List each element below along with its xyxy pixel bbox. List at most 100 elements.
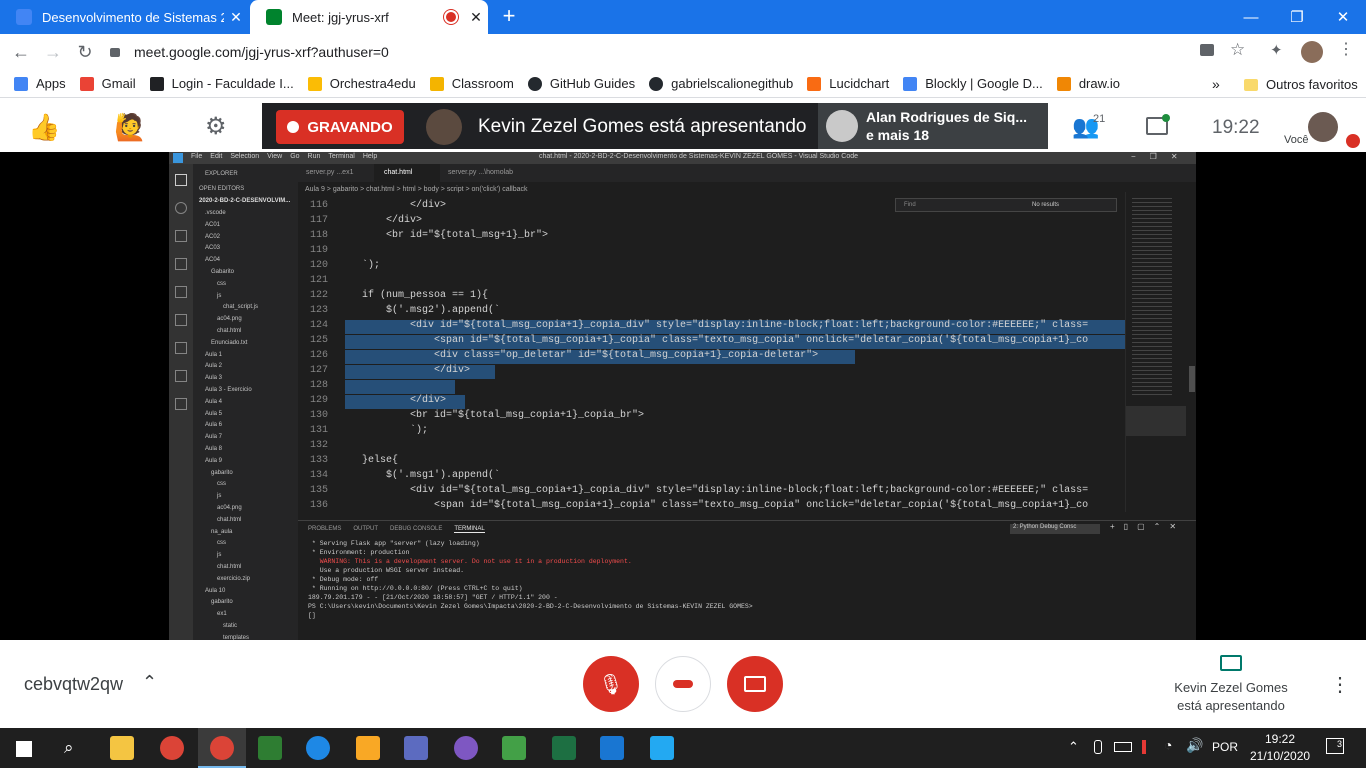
present-screen-icon[interactable] — [1220, 655, 1242, 671]
file-tree-item[interactable]: css — [217, 481, 226, 487]
open-editors-section[interactable]: OPEN EDITORS — [199, 186, 244, 192]
volume-icon[interactable]: 🔊 — [1186, 737, 1203, 754]
testing-icon[interactable] — [175, 342, 187, 354]
file-tree-item[interactable]: AC01 — [205, 222, 220, 228]
more-options-icon[interactable]: ⋮ — [1330, 672, 1350, 697]
extensions-icon[interactable]: ✦ — [1270, 41, 1283, 59]
back-arrow-icon[interactable]: ← — [10, 42, 32, 64]
docker-icon[interactable] — [175, 370, 187, 382]
explorer-icon[interactable] — [175, 174, 187, 186]
file-tree-item[interactable]: AC03 — [205, 245, 220, 251]
workspace-root[interactable]: 2020-2-BD-2-C-DESENVOLVIM... — [199, 198, 290, 204]
bookmark-lucidchart[interactable]: Lucidchart — [807, 76, 889, 91]
bookmark-gabriel-github[interactable]: gabrielscalionegithub — [649, 76, 793, 91]
chrome-menu-icon[interactable]: ⋮ — [1338, 39, 1354, 59]
tab-close-icon[interactable]: ✕ — [464, 9, 488, 26]
menu-view[interactable]: View — [267, 153, 282, 160]
source-control-icon[interactable] — [175, 230, 187, 242]
menu-terminal[interactable]: Terminal — [328, 153, 354, 160]
meeting-code[interactable]: cebvqtw2qw — [24, 674, 123, 695]
minimize-button[interactable]: — — [1228, 0, 1274, 34]
file-tree-item[interactable]: chat.html — [217, 328, 241, 334]
file-tree-item[interactable]: Gabarito — [211, 269, 234, 275]
panel-actions[interactable]: +▯▢⌃✕ — [1110, 522, 1185, 531]
search-icon[interactable] — [175, 202, 187, 214]
tab-meet[interactable]: Meet: jgj-yrus-xrf ✕ — [250, 0, 488, 34]
more-bookmarks-button[interactable]: » — [1212, 76, 1220, 92]
code-editor[interactable]: 116 </div> 117 </div> 118 <br id="${total_… — [298, 200, 1124, 516]
panel-tab-problems[interactable]: PROBLEMS — [308, 526, 341, 533]
database-icon[interactable] — [175, 398, 187, 410]
minimap[interactable] — [1125, 192, 1186, 512]
file-tree-item[interactable]: ex1 — [217, 611, 227, 617]
file-tree-item[interactable]: css — [217, 540, 226, 546]
tab-server-py-homolab[interactable]: server.py ...\homolab — [448, 169, 513, 176]
search-icon[interactable]: ⌕ — [64, 738, 74, 758]
tab-close-icon[interactable]: ✕ — [224, 9, 248, 26]
file-tree-item[interactable]: chat.html — [217, 517, 241, 523]
remote-icon[interactable] — [175, 286, 187, 298]
menu-run[interactable]: Run — [308, 153, 321, 160]
file-explorer-icon[interactable] — [110, 736, 134, 760]
forward-arrow-icon[interactable]: → — [42, 42, 64, 64]
bookmark-orchestra[interactable]: Orchestra4edu — [307, 76, 416, 91]
file-tree-item[interactable]: Aula 4 — [205, 399, 222, 405]
tab-server-py[interactable]: server.py ...ex1 — [306, 169, 353, 176]
address-bar[interactable]: meet.google.com/jgj-yrus-xrf?authuser=0 — [110, 38, 1260, 66]
camera-icon[interactable] — [1200, 44, 1214, 56]
run-debug-icon[interactable] — [175, 258, 187, 270]
app-icon[interactable] — [356, 736, 380, 760]
raise-hand-icon[interactable]: 🙋 — [114, 112, 146, 143]
windows-start-icon[interactable] — [16, 741, 32, 757]
app-icon[interactable] — [502, 736, 526, 760]
other-favorites[interactable]: Outros favoritos — [1244, 77, 1358, 92]
app-icon[interactable] — [404, 736, 428, 760]
file-tree-item[interactable]: Aula 2 — [205, 363, 222, 369]
menu-selection[interactable]: Selection — [230, 153, 259, 160]
file-tree-item[interactable]: Aula 1 — [205, 352, 222, 358]
camera-toggle-button[interactable] — [727, 656, 783, 712]
extensions-icon[interactable] — [175, 314, 187, 326]
file-tree-item[interactable]: Aula 3 - Exercicio — [205, 387, 252, 393]
menu-go[interactable]: Go — [290, 153, 299, 160]
file-tree-item[interactable]: gabarito — [211, 470, 233, 476]
reload-icon[interactable]: ↻ — [74, 42, 96, 64]
panel-tab-terminal[interactable]: TERMINAL — [454, 526, 485, 533]
tab-desenvolvimento[interactable]: Desenvolvimento de Sistemas 20 ✕ — [0, 0, 248, 34]
chevron-up-icon[interactable]: ⌃ — [142, 672, 157, 693]
file-tree-item[interactable]: Aula 8 — [205, 446, 222, 452]
file-tree-item[interactable]: exercicio.zip — [217, 576, 250, 582]
taskbar-time[interactable]: 19:22 — [1252, 732, 1308, 746]
microphone-icon[interactable] — [1094, 740, 1102, 754]
file-tree-item[interactable]: Aula 7 — [205, 434, 222, 440]
panel-tab-output[interactable]: OUTPUT — [353, 526, 378, 533]
file-tree-item[interactable]: .vscode — [205, 210, 226, 216]
menu-help[interactable]: Help — [363, 153, 377, 160]
language-indicator[interactable]: POR — [1212, 740, 1238, 754]
taskbar-date[interactable]: 21/10/2020 — [1250, 749, 1310, 763]
app-icon[interactable] — [454, 736, 478, 760]
file-tree-item[interactable]: Enunciado.txt — [211, 340, 247, 346]
tab-chat-html-active[interactable]: chat.html — [374, 164, 440, 182]
file-tree-item[interactable]: ac04.png — [217, 316, 242, 322]
bookmark-star-icon[interactable]: ☆ — [1230, 40, 1245, 60]
terminal-select[interactable]: 2: Python Debug Consc — [1010, 524, 1100, 534]
maximize-button[interactable]: ❐ — [1274, 0, 1320, 34]
menu-edit[interactable]: Edit — [210, 153, 222, 160]
editor-scrollbar[interactable] — [1189, 366, 1195, 392]
excel-icon[interactable] — [552, 736, 576, 760]
close-window-button[interactable]: ✕ — [1320, 0, 1366, 34]
bookmark-drawio[interactable]: draw.io — [1056, 76, 1120, 91]
file-tree-item[interactable]: ac04.png — [217, 505, 242, 511]
chrome-icon[interactable] — [160, 736, 184, 760]
file-tree-item[interactable]: Aula 3 — [205, 375, 222, 381]
file-tree-item[interactable]: AC02 — [205, 234, 220, 240]
wifi-icon[interactable]: ◔ — [1164, 737, 1172, 753]
app-icon[interactable] — [258, 736, 282, 760]
breadcrumb[interactable]: Aula 9 > gabarito > chat.html > html > b… — [305, 186, 528, 193]
gear-icon[interactable]: ⚙ — [205, 112, 227, 141]
bookmark-apps[interactable]: Apps — [14, 76, 66, 91]
vscode-window-controls[interactable]: −❐✕ — [1131, 152, 1192, 161]
leave-call-button[interactable] — [655, 656, 711, 712]
file-tree-item[interactable]: js — [217, 293, 221, 299]
